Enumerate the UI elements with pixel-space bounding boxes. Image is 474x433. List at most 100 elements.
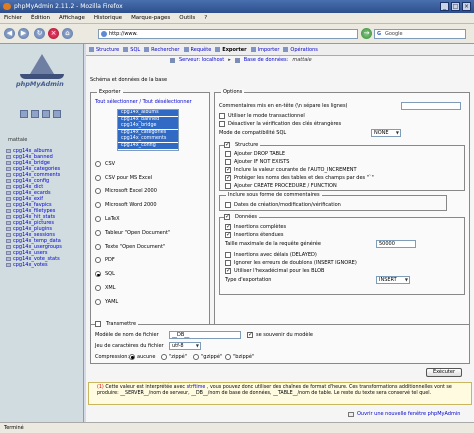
home-icon[interactable] (20, 110, 28, 118)
close-button[interactable]: × (462, 2, 471, 11)
selected-table[interactable]: cpg14x_categories (118, 129, 178, 136)
tab-bar: Structure SQL Rechercher Requête Exporte… (86, 44, 474, 56)
compression-gzip-radio[interactable] (193, 354, 199, 360)
breadcrumb-db[interactable]: Base de données: (244, 57, 289, 63)
table-icon (6, 215, 11, 219)
maximize-button[interactable]: □ (451, 2, 460, 11)
fk-label: Désactiver la vérification des clés étra… (228, 121, 342, 127)
menu-bar: Fichier Édition Affichage Historique Mar… (0, 13, 474, 24)
forward-icon[interactable]: ▶ (18, 28, 29, 39)
compat-select[interactable]: NONE (371, 129, 401, 137)
back-icon[interactable]: ◀ (4, 28, 15, 39)
menu-marque-pages[interactable]: Marque-pages (131, 13, 170, 23)
fk-checkbox[interactable] (219, 121, 225, 127)
tab-sql[interactable]: SQL (123, 47, 140, 53)
max-size-input[interactable]: 50000 (376, 240, 416, 248)
search-input[interactable]: G Google (374, 29, 466, 39)
query-icon (183, 47, 189, 52)
format-sql[interactable]: SQL (95, 267, 170, 281)
delayed-checkbox[interactable] (225, 252, 231, 258)
format-excel[interactable]: Microsoft Excel 2000 (95, 185, 170, 199)
url-bar[interactable]: http://www. (98, 29, 358, 39)
selected-table[interactable]: cpg14x_config (118, 142, 178, 149)
breadcrumb-db-name: mattaie (292, 57, 312, 63)
hex-blob-label: Utiliser l'hexadécimal pour les BLOB (234, 268, 325, 274)
export-type-select[interactable]: INSERT (376, 276, 410, 284)
transmit-legend: Transmettre (97, 321, 139, 327)
docs-icon[interactable] (42, 110, 50, 118)
auto-increment-checkbox[interactable] (225, 166, 231, 173)
select-all-link[interactable]: Tout sélectionner / Tout désélectionner (95, 99, 192, 105)
extended-inserts-checkbox[interactable] (225, 231, 231, 238)
tab-exporter[interactable]: Exporter (215, 47, 247, 53)
tab-operations[interactable]: Opérations (283, 47, 318, 53)
menu-historique[interactable]: Historique (94, 13, 122, 23)
transmit-checkbox[interactable] (95, 321, 101, 327)
data-checkbox[interactable] (224, 213, 230, 220)
format-latex[interactable]: LaTeX (95, 212, 170, 226)
tab-structure[interactable]: Structure (89, 47, 119, 53)
go-icon[interactable]: → (361, 28, 372, 39)
charset-select[interactable]: utf-8 (169, 342, 201, 350)
breadcrumb-server[interactable]: Serveur: localhost (179, 57, 224, 63)
format-ods[interactable]: Tableur "Open Document" (95, 226, 170, 240)
stop-icon[interactable]: × (48, 28, 59, 39)
comments-input[interactable] (401, 102, 461, 110)
drop-table-label: Ajouter DROP TABLE (234, 151, 286, 157)
format-odt[interactable]: Texte "Open Document" (95, 240, 170, 254)
dates-checkbox[interactable] (225, 202, 231, 208)
complete-inserts-label: Insertions complètes (234, 224, 287, 230)
format-yaml[interactable]: YAML (95, 295, 170, 309)
help-icon[interactable] (53, 110, 61, 118)
table-icon (6, 185, 11, 189)
hex-blob-checkbox[interactable] (225, 267, 231, 274)
reload-icon[interactable]: ↻ (34, 28, 45, 39)
tab-rechercher[interactable]: Rechercher (144, 47, 180, 53)
table-select[interactable]: cpg14x_albums cpg14x_banned cpg14x_bridg… (117, 109, 179, 151)
strftime-link[interactable]: strftime (187, 385, 206, 390)
ignore-checkbox[interactable] (225, 260, 231, 266)
selected-table[interactable]: cpg14x_comments (118, 136, 178, 142)
options-fieldset: Options Commentaires mis en en-tête (\n … (214, 89, 470, 354)
menu-edition[interactable]: Édition (31, 13, 50, 23)
structure-checkbox[interactable] (224, 141, 230, 148)
format-csv-excel[interactable]: CSV pour MS Excel (95, 171, 170, 185)
phpmyadmin-logo[interactable]: phpMyAdmin (6, 54, 78, 90)
selected-table[interactable]: cpg14x_albums (118, 110, 178, 116)
menu-affichage[interactable]: Affichage (59, 13, 85, 23)
selected-table[interactable]: cpg14x_banned (118, 116, 178, 123)
list-item[interactable]: cpg14x_votes (6, 262, 62, 268)
selected-table[interactable]: cpg14x_bridge (118, 123, 178, 129)
sidebar-db-name[interactable]: mattaie (8, 137, 27, 143)
menu-help[interactable]: ? (204, 13, 207, 23)
procedure-checkbox[interactable] (225, 183, 231, 189)
structure-fieldset: Structure Ajouter DROP TABLE Ajouter IF … (219, 141, 465, 191)
menu-outils[interactable]: Outils (179, 13, 195, 23)
transaction-checkbox[interactable] (219, 113, 225, 119)
info-box: (1) Cette valeur est interprétée avec st… (88, 382, 472, 405)
minimize-button[interactable]: _ (440, 2, 449, 11)
complete-inserts-checkbox[interactable] (225, 223, 231, 230)
drop-table-checkbox[interactable] (225, 151, 231, 157)
compression-bzip-radio[interactable] (225, 354, 231, 360)
format-xml[interactable]: XML (95, 281, 170, 295)
table-icon (6, 197, 11, 201)
format-word[interactable]: Microsoft Word 2000 (95, 198, 170, 212)
tab-requete[interactable]: Requête (183, 47, 211, 53)
home-icon[interactable]: ⌂ (62, 28, 73, 39)
transaction-label: Utiliser le mode transactionnel (228, 113, 305, 119)
remember-checkbox[interactable] (247, 331, 253, 338)
compression-none-radio[interactable] (129, 354, 135, 360)
format-pdf[interactable]: PDF (95, 254, 170, 268)
filename-input[interactable]: __DB__ (169, 331, 241, 339)
tab-importer[interactable]: Importer (250, 47, 279, 53)
new-window-link[interactable]: Ouvrir une nouvelle fenêtre phpMyAdmin (348, 411, 460, 417)
sql-query-icon[interactable] (31, 110, 39, 118)
format-csv[interactable]: CSV (95, 157, 170, 171)
execute-button[interactable]: Exécuter (426, 368, 462, 377)
if-not-exists-checkbox[interactable] (225, 159, 231, 165)
menu-fichier[interactable]: Fichier (4, 13, 22, 23)
compression-zip-radio[interactable] (161, 354, 167, 360)
backquotes-checkbox[interactable] (225, 174, 231, 181)
auto-increment-label: Inclure la valeur courante de l'AUTO_INC… (234, 167, 357, 173)
